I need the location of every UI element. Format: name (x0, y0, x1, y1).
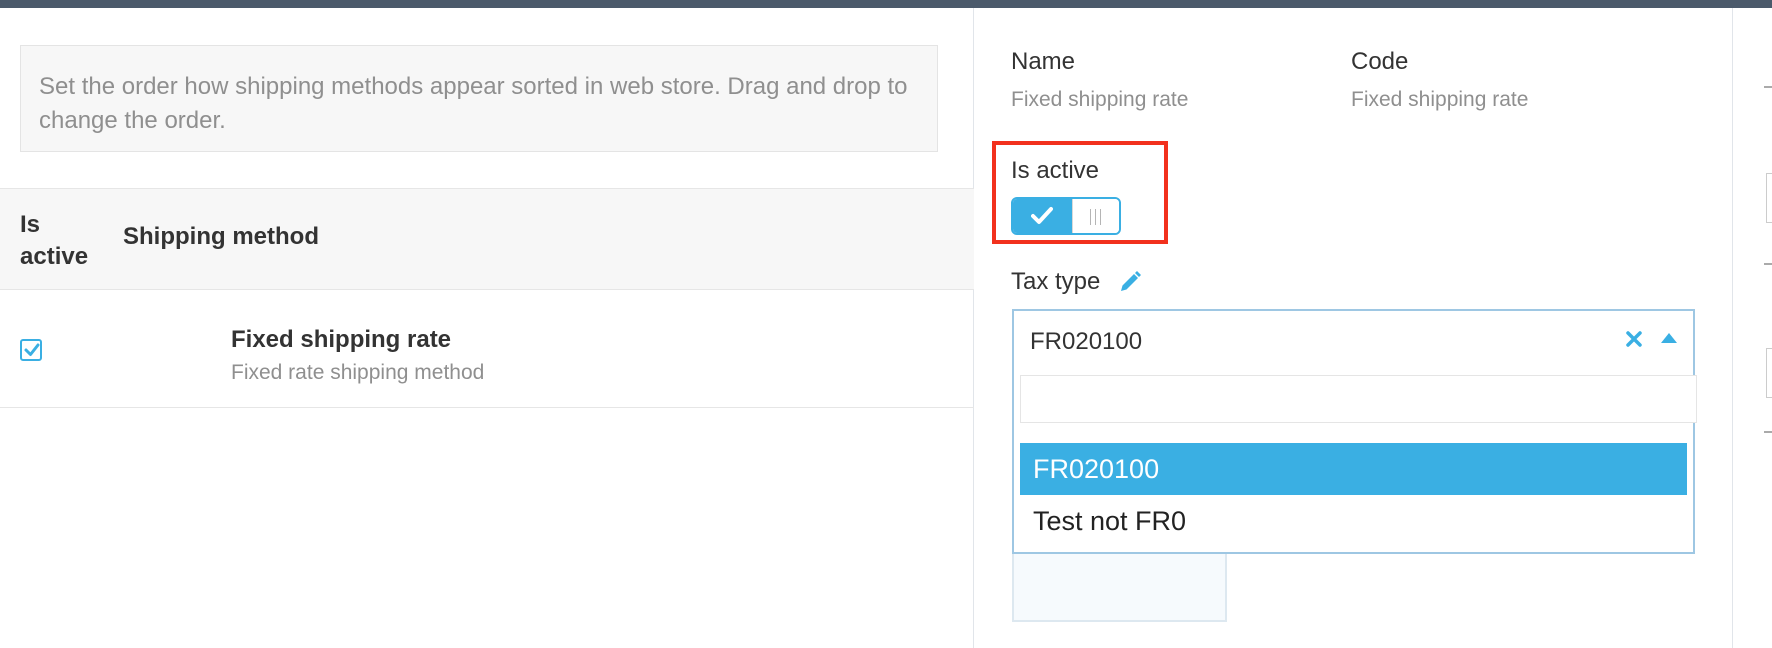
name-label: Name (1011, 48, 1076, 75)
table-row[interactable]: Fixed shipping rate Fixed rate shipping … (0, 290, 974, 408)
shipping-method-title: Fixed shipping rate (231, 326, 452, 353)
tax-type-label: Tax type (1011, 268, 1101, 295)
shipping-methods-panel: Set the order how shipping methods appea… (0, 8, 974, 648)
tax-type-search-input[interactable] (1020, 375, 1697, 423)
code-value: Fixed shipping rate (1351, 88, 1529, 111)
shipping-method-subtitle: Fixed rate shipping method (231, 361, 485, 384)
tax-type-select[interactable]: FR020100 FR020100 Test not FR0 (1012, 309, 1697, 554)
is-active-label: Is active (1011, 157, 1100, 184)
is-active-toggle[interactable] (1011, 197, 1121, 235)
tax-type-selected-value[interactable]: FR020100 (1030, 328, 1142, 356)
table-header: Is active Shipping method (0, 188, 974, 290)
clear-icon[interactable] (1626, 331, 1642, 347)
obscured-field (1012, 554, 1227, 622)
pencil-icon[interactable] (1118, 270, 1142, 294)
clipped-panel (1734, 8, 1772, 648)
info-box: Set the order how shipping methods appea… (20, 45, 938, 152)
clipped-input (1766, 348, 1772, 398)
code-label: Code (1351, 48, 1409, 75)
toggle-on-part (1013, 199, 1072, 233)
tax-type-option[interactable]: Test not FR0 (1020, 495, 1687, 547)
tax-type-option[interactable]: FR020100 (1020, 443, 1687, 495)
shipping-method-detail-panel: Name Fixed shipping rate Code Fixed ship… (975, 8, 1733, 648)
clipped-input (1766, 173, 1772, 223)
checkbox-checked-icon (24, 343, 40, 356)
column-header-is-active[interactable]: Is active (20, 209, 100, 273)
column-header-shipping-method[interactable]: Shipping method (123, 223, 319, 251)
caret-up-icon[interactable] (1661, 333, 1677, 343)
active-checkbox[interactable] (20, 339, 42, 361)
top-bar (0, 0, 1772, 8)
check-icon (1031, 207, 1053, 224)
grip-icon[interactable] (1072, 199, 1119, 233)
name-value: Fixed shipping rate (1011, 88, 1189, 111)
